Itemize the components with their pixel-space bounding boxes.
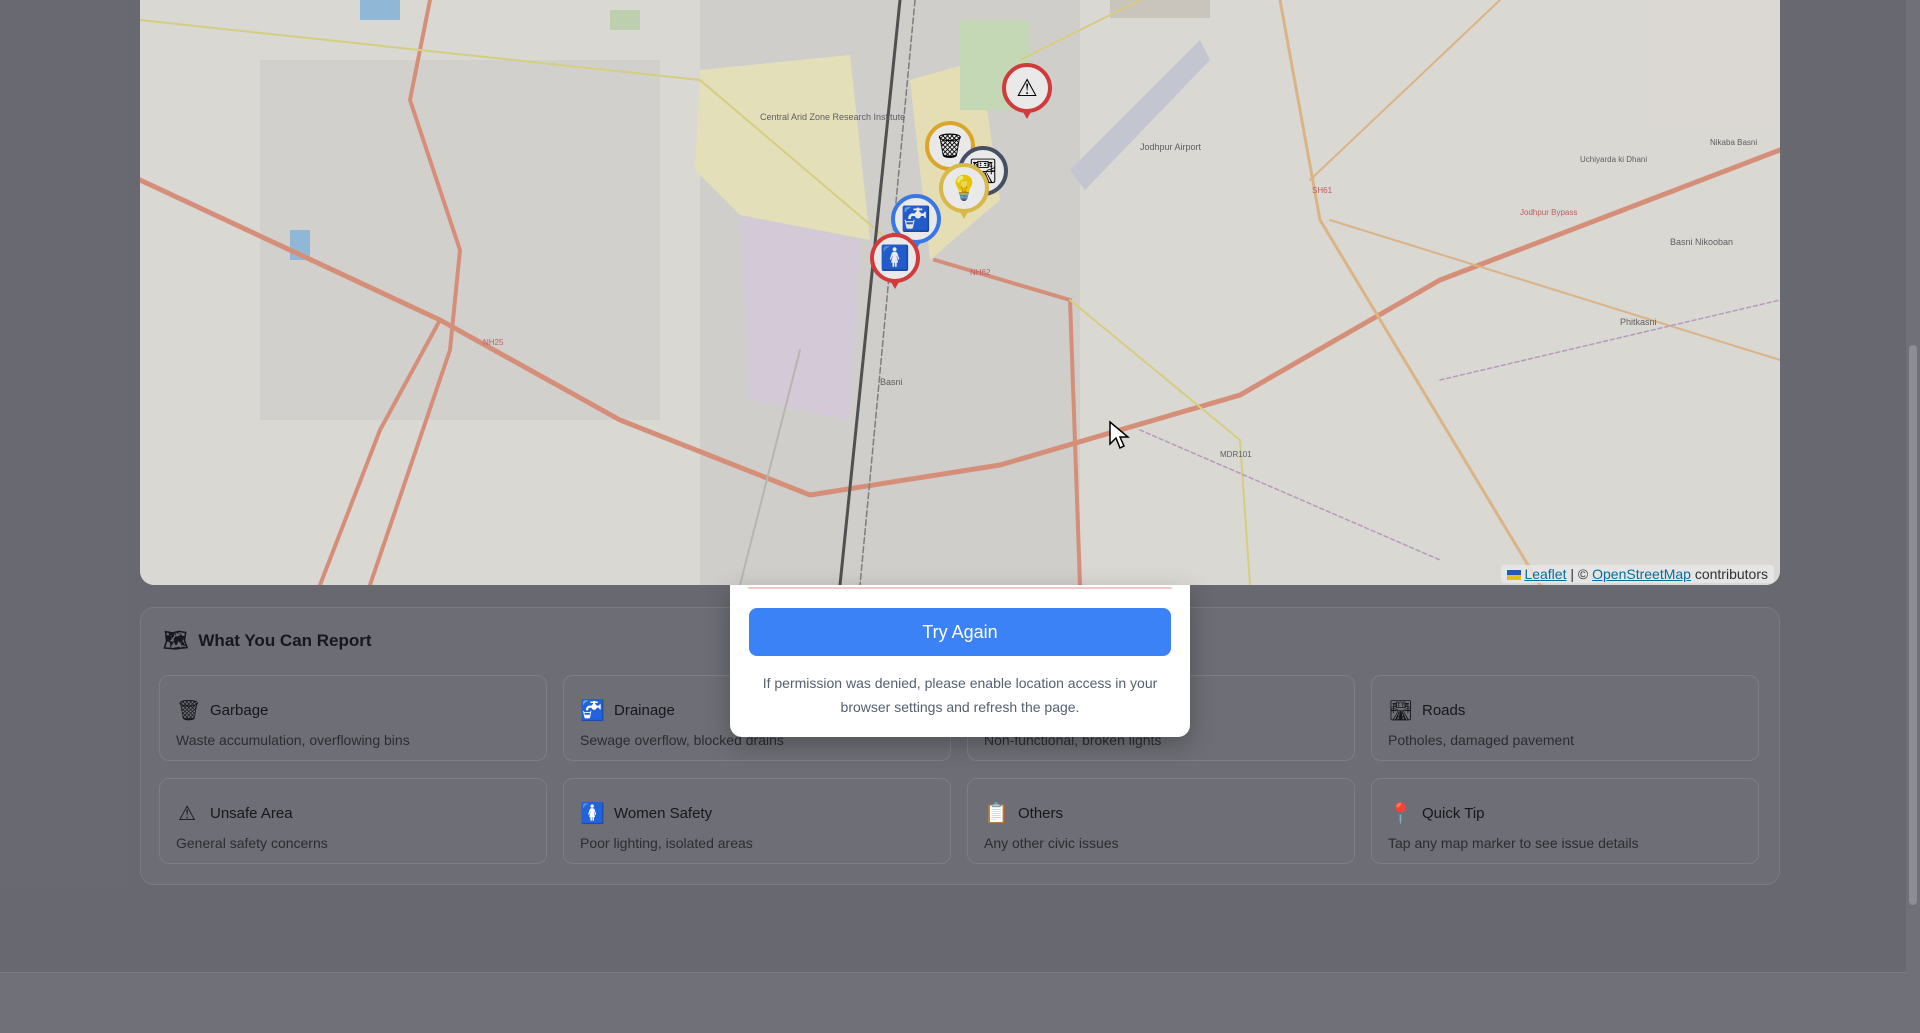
- map-icon: 🗺: [163, 630, 189, 652]
- mouse-cursor-icon: [1109, 420, 1130, 450]
- attribution-separator: | ©: [1570, 566, 1589, 582]
- phitkasni-label: Phitkasni: [1620, 317, 1657, 327]
- nh25-label: NH25: [483, 338, 504, 347]
- unsafe-area-marker[interactable]: ⚠: [1002, 63, 1052, 121]
- uchiyarda-label: Uchiyarda ki Dhani: [1580, 155, 1647, 164]
- lightbulb-icon: 💡: [939, 163, 989, 213]
- report-card-roads: 🛣 Roads Potholes, damaged pavement: [1371, 675, 1759, 761]
- report-card-quick-tip: 📍 Quick Tip Tap any map marker to see iss…: [1371, 778, 1759, 864]
- cazri-label: Central Arid Zone Research Institute: [760, 112, 905, 122]
- page-footer: [0, 972, 1920, 1033]
- roads-icon: 🛣: [1388, 700, 1414, 722]
- try-again-button[interactable]: Try Again: [749, 608, 1171, 656]
- nh62-label: NH62: [970, 268, 991, 277]
- leaflet-link[interactable]: Leaflet: [1524, 566, 1566, 582]
- permission-note: If permission was denied, please enable …: [762, 675, 1158, 715]
- map-attribution: Leaflet | © OpenStreetMap contributors: [1501, 565, 1774, 583]
- pin-icon: 📍: [1388, 803, 1413, 825]
- map-view[interactable]: Central Arid Zone Research Institute Jod…: [140, 0, 1780, 585]
- clipboard-icon: 📋: [984, 803, 1009, 825]
- warning-icon: ⚠: [1002, 63, 1052, 113]
- women-safety-icon: 🚺: [870, 233, 920, 283]
- location-permission-modal: Try Again If permission was denied, plea…: [730, 585, 1190, 737]
- mdr101-label: MDR101: [1220, 450, 1252, 459]
- streetlight-marker[interactable]: 💡: [939, 163, 989, 221]
- report-card-garbage: 🗑 Garbage Waste accumulation, overflowing…: [159, 675, 547, 761]
- report-card-women-safety: 🚺 Women Safety Poor lighting, isolated ar…: [563, 778, 951, 864]
- attribution-suffix: contributors: [1694, 566, 1768, 582]
- nikaba-label: Nikaba Basni: [1710, 138, 1757, 147]
- women-safety-marker[interactable]: 🚺: [870, 233, 920, 291]
- basni-nikooban-label: Basni Nikooban: [1670, 237, 1733, 247]
- map-tiles: Central Arid Zone Research Institute Jod…: [140, 0, 1780, 585]
- women-safety-icon: 🚺: [580, 803, 605, 825]
- modal-divider: [748, 587, 1172, 589]
- report-title: 🗺 What You Can Report: [163, 630, 372, 652]
- basni-label: Basni: [880, 377, 903, 387]
- scrollbar-thumb[interactable]: [1909, 345, 1917, 905]
- garbage-icon: 🗑: [176, 700, 202, 722]
- scrollbar[interactable]: [1906, 0, 1920, 1032]
- ukraine-flag-icon: [1507, 570, 1522, 581]
- bypass-label: Jodhpur Bypass: [1520, 208, 1577, 217]
- warning-icon: ⚠: [178, 803, 196, 825]
- report-card-others: 📋 Others Any other civic issues: [967, 778, 1355, 864]
- airport-label: Jodhpur Airport: [1140, 142, 1202, 152]
- openstreetmap-link[interactable]: OpenStreetMap: [1592, 566, 1691, 582]
- report-card-unsafe-area: ⚠ Unsafe Area General safety concerns: [159, 778, 547, 864]
- drainage-icon: 🚰: [580, 700, 605, 722]
- sh61-label: SH61: [1312, 186, 1333, 195]
